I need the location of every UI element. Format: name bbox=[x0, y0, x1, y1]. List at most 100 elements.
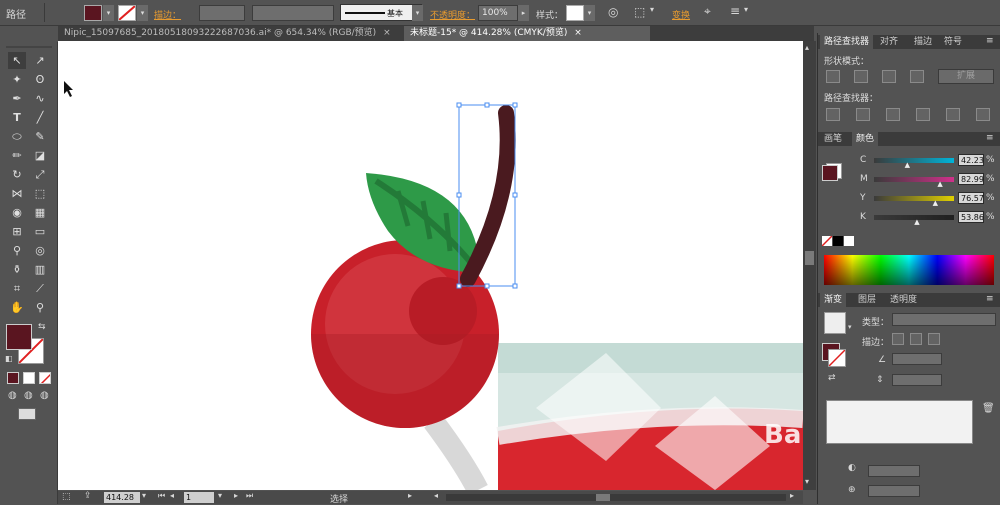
next-artboard-icon[interactable]: ▸ bbox=[234, 491, 238, 500]
exclude-button[interactable] bbox=[910, 70, 924, 83]
gradient-tool-icon[interactable]: ▭ bbox=[31, 223, 49, 240]
last-artboard-icon[interactable]: ⏭ bbox=[246, 491, 253, 501]
draw-normal-icon[interactable]: ◍ bbox=[8, 390, 17, 401]
channel-value-field[interactable]: 76.57 bbox=[958, 192, 984, 204]
draw-inside-icon[interactable]: ◍ bbox=[40, 390, 49, 401]
scroll-up-icon[interactable]: ▴ bbox=[805, 43, 809, 52]
delete-stop-icon[interactable]: 🗑 bbox=[982, 403, 995, 414]
channel-slider-track[interactable] bbox=[874, 158, 954, 163]
channel-slider-thumb-icon[interactable]: ▲ bbox=[937, 180, 942, 188]
crop-button[interactable] bbox=[916, 108, 930, 121]
channel-slider-thumb-icon[interactable]: ▲ bbox=[914, 218, 919, 226]
panel-menu-icon[interactable]: ≡ bbox=[986, 133, 994, 143]
horizontal-scrollbar[interactable] bbox=[446, 494, 786, 501]
stroke-dropdown[interactable]: ▾ bbox=[137, 5, 148, 21]
ellipse-tool-icon[interactable]: ⬭ bbox=[8, 128, 26, 145]
draw-behind-icon[interactable]: ◍ bbox=[24, 390, 33, 401]
mesh-tool-icon[interactable]: ⊞ bbox=[8, 223, 26, 240]
scroll-thumb[interactable] bbox=[805, 251, 814, 265]
stroke-along-button[interactable] bbox=[910, 333, 922, 345]
close-tab-icon[interactable]: × bbox=[574, 28, 582, 38]
channel-value-field[interactable]: 42.23 bbox=[958, 154, 984, 166]
reverse-gradient-icon[interactable]: ⇄ bbox=[828, 373, 836, 383]
shape-builder-tool-icon[interactable]: ◉ bbox=[8, 204, 26, 221]
transform-link[interactable]: 变换 bbox=[672, 8, 690, 21]
stroke-weight-field[interactable] bbox=[199, 5, 245, 21]
fill-swatch[interactable] bbox=[84, 5, 102, 21]
trim-button[interactable] bbox=[856, 108, 870, 121]
perspective-grid-tool-icon[interactable]: ▦ bbox=[31, 204, 49, 221]
gradient-opacity-field[interactable] bbox=[868, 465, 920, 477]
fill-indicator[interactable] bbox=[6, 324, 32, 350]
status-menu-icon[interactable]: ▸ bbox=[408, 491, 412, 500]
lasso-tool-icon[interactable]: ʘ bbox=[31, 71, 49, 88]
channel-slider-thumb-icon[interactable]: ▲ bbox=[933, 199, 938, 207]
type-tool-icon[interactable]: T bbox=[8, 109, 26, 126]
curvature-tool-icon[interactable]: ∿ bbox=[31, 90, 49, 107]
doc-tab-nipic[interactable]: Nipic_15097685_20180518093222687036.ai* … bbox=[58, 26, 404, 41]
panel-menu-icon[interactable]: ≡ bbox=[986, 36, 994, 46]
align-dropdown-icon[interactable]: ▾ bbox=[650, 5, 654, 14]
channel-slider-track[interactable] bbox=[874, 196, 954, 201]
pen-tool-icon[interactable]: ✒ bbox=[8, 90, 26, 107]
default-colors-icon[interactable]: ◧ bbox=[5, 354, 13, 363]
hscroll-thumb[interactable] bbox=[596, 494, 610, 501]
outline-button[interactable] bbox=[946, 108, 960, 121]
panel-options-dropdown-icon[interactable]: ▾ bbox=[744, 5, 748, 14]
scroll-right-icon[interactable]: ▸ bbox=[790, 491, 794, 500]
gradient-location-field[interactable] bbox=[868, 485, 920, 497]
page-field[interactable]: 1 bbox=[184, 492, 214, 503]
recolor-icon[interactable]: ◎ bbox=[608, 5, 618, 19]
swap-fill-stroke-icon[interactable]: ⇆ bbox=[38, 322, 46, 332]
opacity-label[interactable]: 不透明度： bbox=[430, 8, 475, 21]
zoom-tool-icon[interactable]: ⚲ bbox=[31, 299, 49, 316]
color-spectrum[interactable] bbox=[824, 255, 994, 285]
hand-tool-icon[interactable]: ✋ bbox=[8, 299, 26, 316]
stroke-across-button[interactable] bbox=[928, 333, 940, 345]
close-tab-icon[interactable]: × bbox=[383, 28, 391, 38]
channel-value-field[interactable]: 82.99 bbox=[958, 173, 984, 185]
minus-front-button[interactable] bbox=[854, 70, 868, 83]
none-mode-icon[interactable] bbox=[39, 372, 51, 384]
stroke-weight-label[interactable]: 描边： bbox=[154, 8, 181, 21]
opacity-field[interactable]: 100% bbox=[478, 5, 518, 21]
gradient-angle-field[interactable] bbox=[892, 353, 942, 365]
stroke-swatch[interactable] bbox=[118, 5, 136, 21]
gradient-slider[interactable] bbox=[826, 400, 973, 444]
blend-tool-icon[interactable]: ◎ bbox=[31, 242, 49, 259]
first-artboard-icon[interactable]: ⏮ bbox=[158, 491, 165, 501]
scale-tool-icon[interactable]: ⤢ bbox=[31, 166, 49, 183]
selection-tool-icon[interactable]: ↖ bbox=[8, 52, 26, 69]
column-graph-tool-icon[interactable]: ▥ bbox=[31, 261, 49, 278]
tab-stroke[interactable]: 描边 bbox=[910, 35, 936, 49]
eyedropper-tool-icon[interactable]: ⚲ bbox=[8, 242, 26, 259]
brush-preset-dropdown[interactable]: ▾ bbox=[412, 5, 423, 21]
black-swatch[interactable] bbox=[833, 236, 843, 246]
artboard-tool-icon[interactable]: ⌗ bbox=[8, 280, 26, 297]
tab-align[interactable]: 对齐 bbox=[876, 35, 902, 49]
free-transform-tool-icon[interactable]: ⬚ bbox=[31, 185, 49, 202]
gradient-stroke-indicator[interactable] bbox=[828, 349, 846, 367]
panel-options-icon[interactable]: ≡ bbox=[730, 4, 740, 18]
tab-layers[interactable]: 图层 bbox=[854, 293, 880, 307]
variable-width-field[interactable] bbox=[252, 5, 334, 21]
artboard-canvas[interactable]: Bai jing bbox=[58, 41, 803, 490]
minus-back-button[interactable] bbox=[976, 108, 990, 121]
tab-gradient[interactable]: 渐变 bbox=[820, 293, 847, 307]
page-dropdown-icon[interactable]: ▾ bbox=[218, 491, 222, 500]
export-icon[interactable]: ⇪ bbox=[84, 491, 92, 501]
brush-preset-select[interactable]: 基本 bbox=[340, 4, 422, 21]
divide-button[interactable] bbox=[826, 108, 840, 121]
slice-tool-icon[interactable]: ⟋ bbox=[31, 280, 49, 297]
gradient-mode-icon[interactable] bbox=[23, 372, 35, 384]
pencil-tool-icon[interactable]: ✏ bbox=[8, 147, 26, 164]
tab-pathfinder[interactable]: 路径查找器 bbox=[820, 35, 874, 49]
screen-mode-icon[interactable] bbox=[18, 408, 36, 420]
gradient-aspect-field[interactable] bbox=[892, 374, 942, 386]
opacity-dropdown[interactable]: ▸ bbox=[518, 5, 529, 21]
color-mode-icon[interactable] bbox=[7, 372, 19, 384]
tab-color[interactable]: 颜色 bbox=[852, 132, 879, 146]
tab-symbols[interactable]: 符号 bbox=[940, 35, 966, 49]
graphic-style-swatch[interactable] bbox=[566, 5, 584, 21]
stroke-within-button[interactable] bbox=[892, 333, 904, 345]
